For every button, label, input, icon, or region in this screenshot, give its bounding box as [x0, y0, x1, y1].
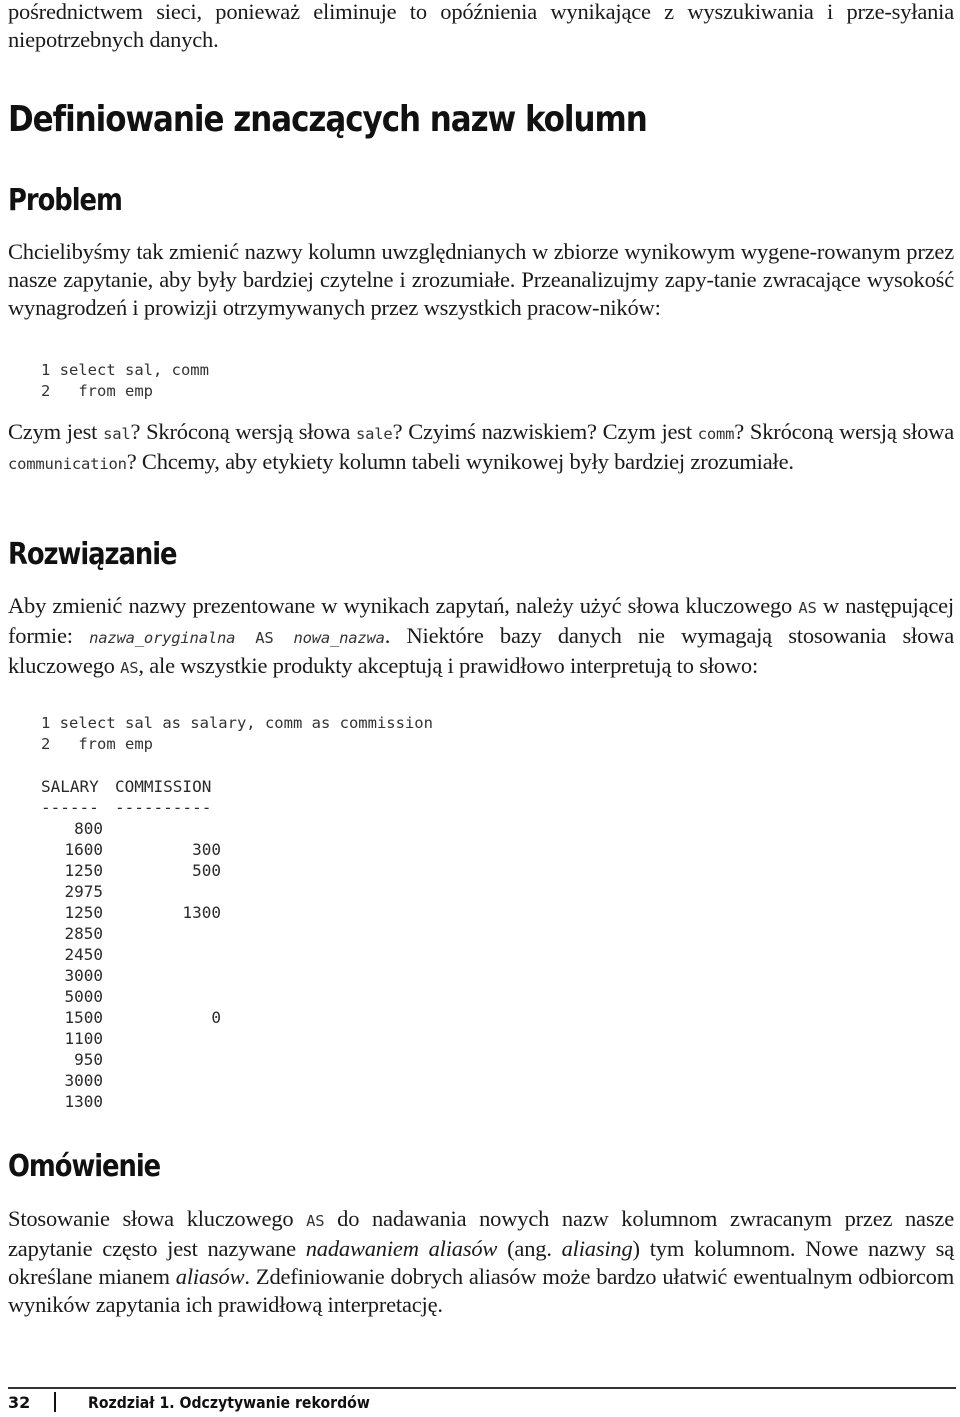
inline-code-italic: nowa_nazwa	[293, 629, 385, 647]
commission-cell	[115, 1049, 221, 1070]
discussion-heading: Omówienie	[8, 1149, 161, 1184]
commission-cell	[115, 1028, 221, 1049]
result-header-row: SALARY COMMISSION	[41, 776, 221, 797]
separator: ------	[41, 798, 99, 817]
commission-cell: 300	[192, 840, 221, 859]
commission-cell	[115, 944, 221, 965]
problem-paragraph: Chcielibyśmy tak zmienić nazwy kolumn uw…	[8, 239, 954, 320]
code-line: 1 select sal, comm	[41, 361, 209, 379]
text: (ang.	[497, 1236, 562, 1261]
commission-cell	[115, 1070, 221, 1091]
salary-cell: 1250	[64, 861, 103, 880]
page-number: 32	[8, 1392, 31, 1412]
result-row: 3000	[41, 965, 221, 986]
text: Stosowanie słowa kluczowego	[8, 1206, 307, 1231]
italic-term: aliasów	[175, 1264, 245, 1289]
section-title: Definiowanie znaczących nazw kolumn	[8, 99, 648, 140]
result-row: 2975	[41, 881, 221, 902]
separator: ----------	[115, 798, 212, 817]
problem-heading: Problem	[8, 183, 123, 218]
inline-code: AS	[798, 599, 817, 617]
salary-cell: 5000	[64, 987, 103, 1006]
text: ? Chcemy, aby etykiety kolumn tabeli wyn…	[126, 449, 794, 474]
inline-code: comm	[697, 425, 735, 443]
inline-code: sale	[356, 425, 393, 443]
footer-rule	[8, 1387, 956, 1389]
result-row: 1250 1300	[41, 902, 221, 923]
commission-cell: 500	[192, 861, 221, 880]
text: ? Czyimś nazwiskiem? Czym jest	[392, 419, 698, 444]
salary-cell: 1100	[64, 1029, 103, 1048]
result-row: 800	[41, 818, 221, 839]
commission-cell	[115, 1091, 221, 1112]
salary-cell: 2850	[64, 924, 103, 943]
salary-cell: 1500	[64, 1008, 103, 1027]
code-line: 2 from emp	[41, 735, 153, 753]
text: , ale wszystkie produkty akceptują i pra…	[138, 653, 758, 678]
result-row: 3000	[41, 1070, 221, 1091]
salary-cell: 2450	[64, 945, 103, 964]
text: ? Skróconą wersją słowa	[130, 419, 357, 444]
problem-question-paragraph: Czym jest sal? Skróconą wersją słowa sal…	[8, 418, 954, 478]
inline-code: sal	[103, 425, 131, 443]
result-row: 950	[41, 1049, 221, 1070]
salary-cell: 1300	[64, 1092, 103, 1111]
commission-cell	[115, 881, 221, 902]
inline-code: communication	[8, 455, 127, 473]
text: Czym jest	[8, 419, 104, 444]
result-row: 2450	[41, 944, 221, 965]
intro-paragraph: pośrednictwem sieci, ponieważ eliminuje …	[8, 0, 954, 52]
result-table: SALARY COMMISSION ------ ---------- 800 1…	[8, 776, 221, 1112]
page-footer: 32 Rozdział 1. Odczytywanie rekordów	[8, 1392, 408, 1412]
commission-cell: 0	[211, 1008, 221, 1027]
inline-code: AS	[306, 1212, 325, 1230]
result-row: 1600 300	[41, 839, 221, 860]
chapter-title: Rozdział 1. Odczytywanie rekordów	[88, 1392, 370, 1412]
code-line: 1 select sal as salary, comm as commissi…	[41, 714, 433, 732]
footer-separator	[54, 1392, 56, 1412]
inline-code-italic: nazwa_oryginalna	[89, 629, 236, 647]
solution-heading: Rozwiązanie	[8, 537, 178, 572]
salary-cell: 3000	[64, 1071, 103, 1090]
code-line: 2 from emp	[41, 382, 153, 400]
text: ? Skróconą wersją słowa	[734, 419, 954, 444]
result-row: 1250 500	[41, 860, 221, 881]
commission-cell	[115, 965, 221, 986]
result-row: 1500 0	[41, 1007, 221, 1028]
italic-term: nadawaniem aliasów	[305, 1236, 498, 1261]
inline-code: AS	[120, 659, 139, 677]
solution-code-block: 1 select sal as salary, comm as commissi…	[8, 713, 433, 755]
salary-cell: 1250	[64, 903, 103, 922]
commission-cell	[115, 986, 221, 1007]
result-row: 5000	[41, 986, 221, 1007]
column-header-salary: SALARY	[41, 777, 99, 796]
italic-term: aliasing	[561, 1236, 633, 1261]
salary-cell: 2975	[64, 882, 103, 901]
commission-cell	[115, 818, 221, 839]
column-header-commission: COMMISSION	[115, 777, 212, 796]
result-rows: 800 1600 300 1250 500 2975 1250 1300 2850 2450 300…	[41, 818, 221, 1112]
commission-cell	[115, 923, 221, 944]
salary-cell: 800	[74, 819, 103, 838]
inline-code: AS	[235, 629, 294, 647]
result-row: 2850	[41, 923, 221, 944]
text: Aby zmienić nazwy prezentowane w wynikac…	[8, 593, 799, 618]
discussion-paragraph: Stosowanie słowa kluczowego AS do nadawa…	[8, 1205, 954, 1319]
problem-code-block: 1 select sal, comm 2 from emp	[8, 360, 209, 402]
result-separator-row: ------ ----------	[41, 797, 221, 818]
result-row: 1100	[41, 1028, 221, 1049]
result-row: 1300	[41, 1091, 221, 1112]
salary-cell: 950	[74, 1050, 103, 1069]
salary-cell: 3000	[64, 966, 103, 985]
salary-cell: 1600	[64, 840, 103, 859]
solution-paragraph: Aby zmienić nazwy prezentowane w wynikac…	[8, 592, 954, 682]
commission-cell: 1300	[182, 903, 221, 922]
